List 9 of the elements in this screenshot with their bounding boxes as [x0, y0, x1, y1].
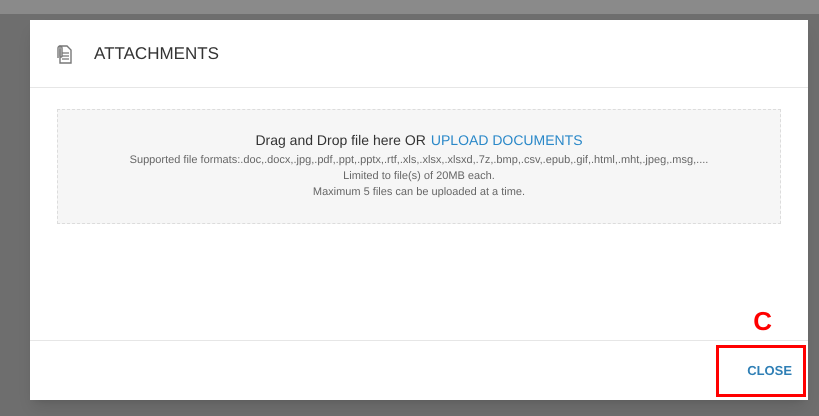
drop-zone[interactable]	[57, 109, 781, 224]
drop-prompt: Drag and Drop file here OR	[255, 131, 426, 150]
annotation-label: C	[753, 308, 772, 334]
info-text: Maximum 5 files can be uploaded at a time.	[312, 185, 526, 200]
close-button[interactable]: CLOSE	[745, 356, 794, 384]
info-text: Supported file formats:.doc,.docx,.jpg,.pdf,.ppt,.pptx,.rtf,.xls,.xlsx,.xlsxd,.7z,.bmp,.csv,.epub,.gif,.html,.mht,.jpeg,.msg,....	[130, 153, 708, 168]
dialog-title: ATTACHMENTS	[94, 42, 219, 65]
info-text: Limited to file(s) of 20MB each.	[343, 169, 495, 184]
upload-documents-link[interactable]: UPLOAD DOCUMENTS	[430, 130, 583, 151]
